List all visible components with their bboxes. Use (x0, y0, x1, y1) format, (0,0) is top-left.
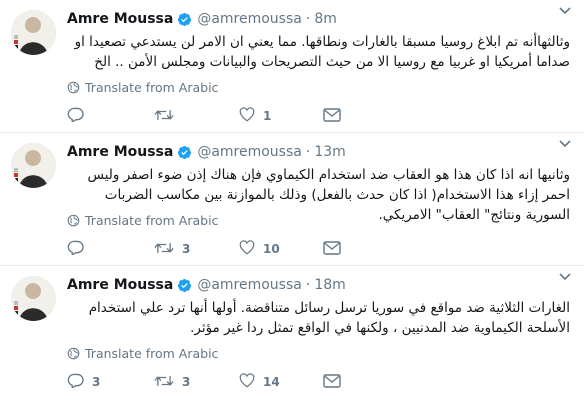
tweet-text: وثالثهاأنه تم ابلاغ روسيا مسبقا بالغارات… (74, 34, 570, 70)
reply-icon (67, 373, 84, 391)
direct-message-button[interactable] (323, 240, 408, 258)
mail-icon (323, 373, 341, 391)
retweet-button[interactable]: 3 (154, 374, 239, 391)
timestamp[interactable]: 13m (314, 144, 345, 160)
translate-label: Translate from Arabic (85, 213, 219, 228)
translate-link[interactable]: Translate from Arabic (67, 80, 218, 95)
separator-dot: · (305, 11, 311, 27)
reply-button[interactable]: 3 (67, 373, 154, 391)
retweet-icon (154, 374, 174, 391)
avatar[interactable] (11, 143, 56, 188)
author-name[interactable]: Amre Moussa (67, 277, 173, 293)
timeline: Amre Moussa @amremoussa · 8m وثالثهاأنه … (0, 0, 584, 401)
author-handle[interactable]: @amremoussa (197, 277, 302, 293)
globe-icon (67, 214, 80, 227)
globe-icon (67, 347, 80, 360)
author-handle[interactable]: @amremoussa (197, 144, 302, 160)
avatar[interactable] (11, 276, 56, 321)
tweet[interactable]: Amre Moussa @amremoussa · 13m وثانيها ان… (0, 133, 584, 266)
tweet-text: الغارات الثلاثية ضد مواقع في سوريا ترسل … (88, 300, 570, 336)
tweet-actions: 3 3 14 (67, 373, 408, 391)
like-count: 10 (263, 242, 280, 256)
translate-link[interactable]: Translate from Arabic (67, 346, 218, 361)
tweet-header: Amre Moussa @amremoussa · 8m (67, 9, 574, 29)
tweet-actions: 1 (67, 107, 408, 125)
timestamp[interactable]: 8m (314, 11, 337, 27)
tweet-header: Amre Moussa @amremoussa · 13m (67, 142, 574, 162)
retweet-count: 3 (182, 375, 191, 389)
author-handle[interactable]: @amremoussa (197, 11, 302, 27)
author-name[interactable]: Amre Moussa (67, 144, 173, 160)
mail-icon (323, 107, 341, 125)
like-button[interactable]: 1 (239, 107, 323, 125)
reply-button[interactable] (67, 107, 154, 125)
like-count: 1 (263, 109, 272, 123)
reply-icon (67, 107, 84, 125)
translate-label: Translate from Arabic (85, 346, 219, 361)
heart-icon (239, 107, 255, 125)
reply-button[interactable] (67, 240, 154, 258)
retweet-icon (154, 108, 174, 125)
tweet-header: Amre Moussa @amremoussa · 18m (67, 275, 574, 295)
mail-icon (323, 240, 341, 258)
chevron-down-icon[interactable] (558, 4, 572, 18)
retweet-count: 3 (182, 242, 191, 256)
avatar[interactable] (11, 10, 56, 55)
reply-count: 3 (92, 375, 101, 389)
heart-icon (239, 373, 255, 391)
separator-dot: · (305, 277, 311, 293)
verified-badge-icon (177, 278, 192, 293)
author-name[interactable]: Amre Moussa (67, 11, 173, 27)
chevron-down-icon[interactable] (558, 137, 572, 151)
tweet-actions: 3 10 (67, 240, 408, 258)
retweet-icon (154, 241, 174, 258)
translate-label: Translate from Arabic (85, 80, 219, 95)
tweet[interactable]: Amre Moussa @amremoussa · 18m الغارات ال… (0, 266, 584, 401)
retweet-button[interactable] (154, 108, 239, 125)
chevron-down-icon[interactable] (558, 270, 572, 284)
heart-icon (239, 240, 255, 258)
direct-message-button[interactable] (323, 373, 408, 391)
verified-badge-icon (177, 145, 192, 160)
like-count: 14 (263, 375, 280, 389)
tweet[interactable]: Amre Moussa @amremoussa · 8m وثالثهاأنه … (0, 0, 584, 133)
direct-message-button[interactable] (323, 107, 408, 125)
separator-dot: · (305, 144, 311, 160)
like-button[interactable]: 10 (239, 240, 323, 258)
verified-badge-icon (177, 12, 192, 27)
timestamp[interactable]: 18m (314, 277, 345, 293)
retweet-button[interactable]: 3 (154, 241, 239, 258)
like-button[interactable]: 14 (239, 373, 323, 391)
reply-icon (67, 240, 84, 258)
translate-link[interactable]: Translate from Arabic (67, 213, 218, 228)
globe-icon (67, 81, 80, 94)
